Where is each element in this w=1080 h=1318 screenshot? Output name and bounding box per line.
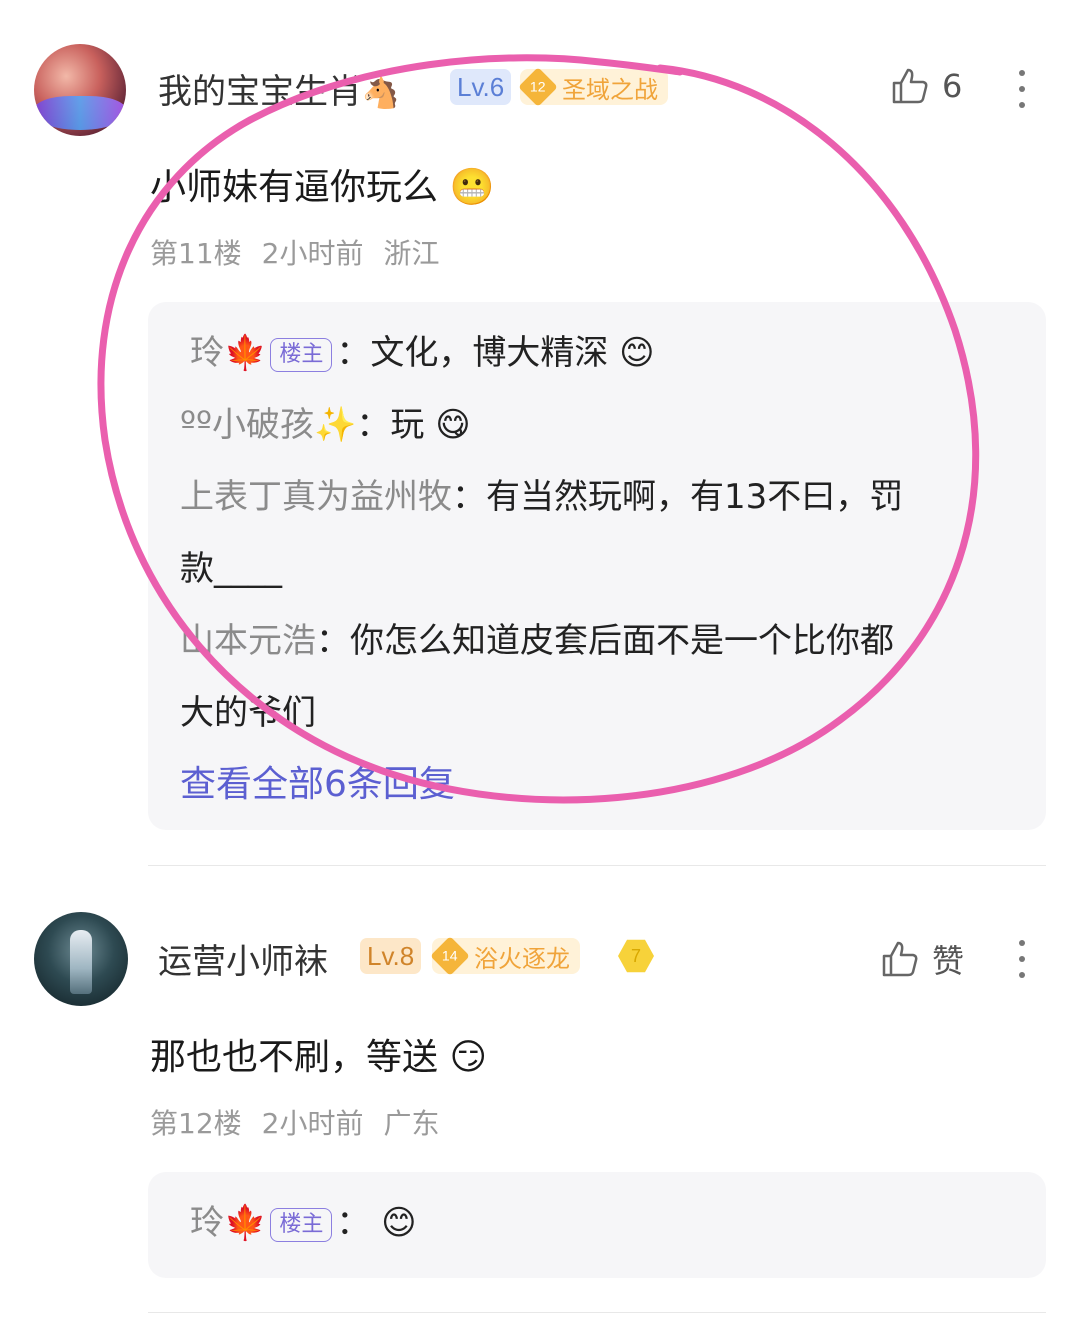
horse-emoji-icon: 🐴 — [362, 76, 400, 111]
like-button[interactable]: 6 — [890, 66, 962, 106]
username[interactable]: 我的宝宝生肖🐴 — [158, 64, 399, 113]
username[interactable]: 运营小师袜 — [158, 934, 328, 983]
reply-author: 玲🍁 — [190, 1203, 267, 1243]
user-avatar[interactable] — [34, 912, 128, 1006]
more-options-icon[interactable] — [1019, 70, 1027, 118]
reply-item[interactable]: 玲🍁 楼主 ：文化，博大精深 😊 — [190, 318, 655, 388]
level-badge: Lv.8 — [360, 938, 422, 974]
floor-number: 第12楼 — [150, 1107, 242, 1140]
reply-author: 山本元浩 — [180, 621, 316, 661]
comment-text: 小师妹有逼你玩么 😬 — [150, 167, 495, 208]
reply-text: 文化，博大精深 — [370, 333, 609, 373]
level-badge: Lv.6 — [450, 69, 512, 105]
reply-text: 你怎么知道皮套后面不是一个比你都 — [350, 621, 894, 661]
reply-text-continued: 大的爷们 — [180, 693, 316, 733]
user-avatar[interactable] — [34, 44, 126, 136]
reply-item[interactable]: 玲🍁 楼主： 😊 — [190, 1188, 417, 1258]
smirk-emoji-icon: 😏 — [449, 1037, 487, 1078]
medal-level: 14 — [442, 947, 458, 964]
floor-number: 第11楼 — [150, 237, 242, 270]
grimace-emoji-icon: 😬 — [449, 167, 495, 208]
smile-emoji-icon: 😊 — [619, 333, 655, 373]
divider — [148, 865, 1046, 866]
reply-text-continued: 款____ — [180, 549, 282, 589]
thumbs-up-icon — [882, 941, 918, 977]
reply-author: 玲🍁 — [190, 333, 267, 373]
comment-text: 那也也不刷，等送 😏 — [150, 1037, 487, 1078]
view-all-replies-link[interactable]: 查看全部6条回复 — [180, 755, 455, 807]
reply-text: 有当然玩啊，有13不曰，罚 — [486, 477, 904, 517]
comment-meta: 第12楼 2小时前 广东 — [150, 1102, 459, 1142]
reply-author: ºº小破孩✨ — [180, 405, 357, 445]
medal-name: 浴火逐龙 — [474, 944, 570, 973]
reply-author: 上表丁真为益州牧 — [180, 477, 452, 517]
reply-text: 玩 — [390, 405, 425, 445]
host-tag: 楼主 — [270, 1207, 333, 1242]
hex-badge-number: 7 — [630, 946, 641, 966]
comment-meta: 第11楼 2小时前 浙江 — [150, 232, 459, 272]
hexagon-badge-icon: 7 — [618, 939, 654, 973]
reply-item[interactable]: 上表丁真为益州牧：有当然玩啊，有13不曰，罚 — [180, 462, 903, 532]
medal-level: 12 — [530, 78, 546, 95]
host-tag: 楼主 — [270, 337, 333, 372]
post-time: 2小时前 — [261, 1107, 364, 1140]
yum-emoji-icon: 😋 — [435, 405, 471, 445]
smile-emoji-icon: 😊 — [381, 1203, 417, 1243]
thumbs-up-icon — [892, 68, 928, 104]
fan-medal[interactable]: 14 浴火逐龙 — [430, 936, 580, 976]
location: 浙江 — [383, 237, 440, 270]
like-button[interactable]: 赞 — [880, 936, 964, 982]
location: 广东 — [383, 1107, 440, 1140]
like-count: 6 — [942, 67, 963, 105]
reply-item[interactable]: 山本元浩：你怎么知道皮套后面不是一个比你都 — [180, 606, 894, 676]
fan-medal[interactable]: 12 圣域之战 — [518, 67, 668, 107]
more-options-icon[interactable] — [1019, 940, 1027, 988]
like-label: 赞 — [932, 942, 965, 980]
medal-name: 圣域之战 — [562, 75, 658, 104]
post-time: 2小时前 — [261, 237, 364, 270]
reply-item[interactable]: ºº小破孩✨：玩 😋 — [180, 390, 471, 460]
divider — [148, 1312, 1046, 1313]
